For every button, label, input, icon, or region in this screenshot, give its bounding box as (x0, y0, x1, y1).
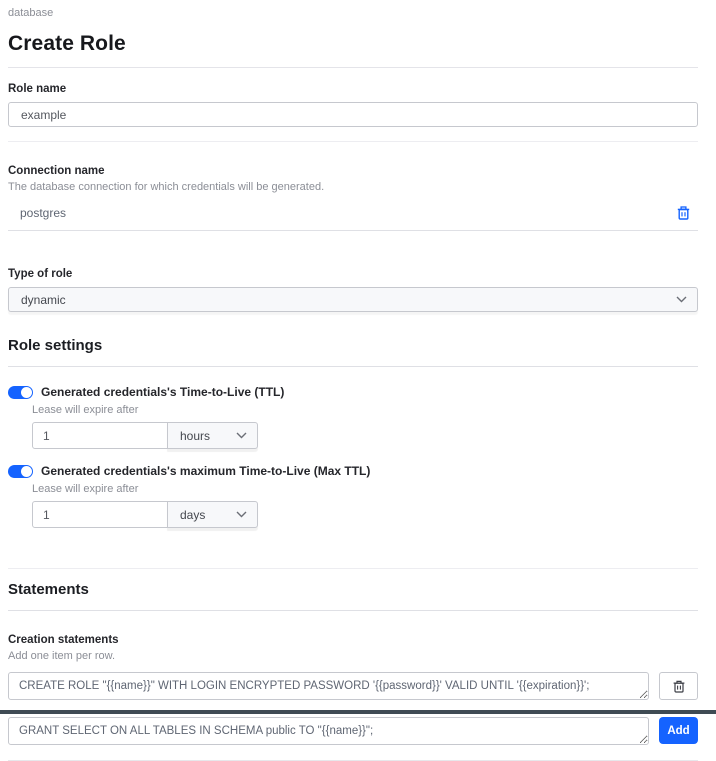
type-of-role-value: dynamic (21, 293, 66, 307)
ttl-group: Generated credentials's Time-to-Live (TT… (8, 385, 698, 449)
remove-connection-button[interactable] (677, 206, 690, 220)
creation-statement-input-2[interactable]: GRANT SELECT ON ALL TABLES IN SCHEMA pub… (8, 717, 649, 745)
ttl-toggle[interactable] (8, 386, 33, 399)
role-name-input[interactable] (8, 102, 698, 127)
create-role-page: database Create Role Role name Connectio… (0, 0, 716, 761)
chevron-down-icon (236, 432, 247, 439)
statement-row: CREATE ROLE "{{name}}" WITH LOGIN ENCRYP… (8, 672, 698, 700)
toggle-knob (21, 466, 32, 477)
max-ttl-label: Generated credentials's maximum Time-to-… (41, 464, 370, 478)
divider (8, 141, 698, 142)
creation-statements-help: Add one item per row. (8, 650, 698, 662)
ttl-value-input[interactable] (32, 422, 168, 449)
ttl-unit-select[interactable]: hours (167, 422, 258, 449)
type-of-role-select[interactable]: dynamic (8, 287, 698, 312)
statements-heading: Statements (8, 581, 698, 611)
max-ttl-group: Generated credentials's maximum Time-to-… (8, 464, 698, 528)
statement-row: GRANT SELECT ON ALL TABLES IN SCHEMA pub… (8, 717, 698, 745)
connection-name-row: postgres (8, 206, 698, 231)
ttl-unit-value: hours (180, 429, 210, 443)
trash-icon (677, 206, 690, 220)
ttl-label: Generated credentials's Time-to-Live (TT… (41, 385, 284, 399)
page-title: Create Role (8, 32, 698, 68)
connection-name-help: The database connection for which creden… (8, 181, 698, 193)
creation-statements-label: Creation statements (8, 634, 698, 646)
type-of-role-field: Type of role dynamic (8, 268, 698, 312)
trash-icon (673, 680, 685, 693)
delete-statement-button[interactable] (659, 672, 698, 700)
breadcrumb[interactable]: database (8, 0, 698, 19)
add-statement-button[interactable]: Add (659, 717, 698, 744)
creation-statement-input-1[interactable]: CREATE ROLE "{{name}}" WITH LOGIN ENCRYP… (8, 672, 649, 700)
max-ttl-unit-value: days (180, 508, 205, 522)
ttl-sublabel: Lease will expire after (32, 404, 698, 416)
max-ttl-value-input[interactable] (32, 501, 168, 528)
divider (8, 568, 698, 569)
connection-name-label: Connection name (8, 165, 698, 177)
max-ttl-sublabel: Lease will expire after (32, 483, 698, 495)
bottom-bar (0, 710, 716, 714)
role-settings-heading: Role settings (8, 337, 698, 367)
type-of-role-label: Type of role (8, 268, 698, 280)
connection-name-field: Connection name The database connection … (8, 165, 698, 231)
connection-name-value: postgres (20, 206, 66, 220)
toggle-knob (21, 387, 32, 398)
role-name-field: Role name (8, 83, 698, 127)
creation-statements-field: Creation statements Add one item per row… (8, 634, 698, 745)
chevron-down-icon (236, 511, 247, 518)
max-ttl-toggle[interactable] (8, 465, 33, 478)
role-name-label: Role name (8, 83, 698, 95)
max-ttl-unit-select[interactable]: days (167, 501, 258, 528)
chevron-down-icon (676, 296, 687, 303)
